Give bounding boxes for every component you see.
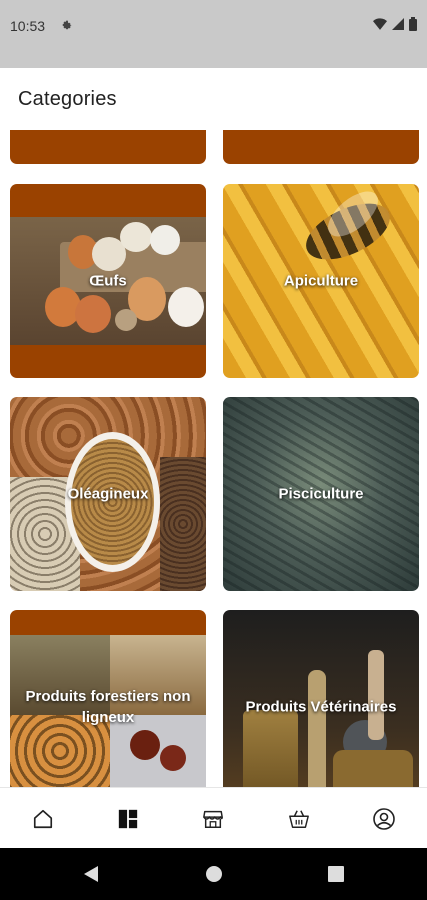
category-label: Oléagineux	[67, 485, 149, 503]
nav-store[interactable]	[193, 799, 233, 839]
nav-account[interactable]	[364, 799, 404, 839]
category-label: Pisciculture	[278, 485, 364, 503]
category-card-oeufs[interactable]: Œufs	[10, 184, 206, 378]
category-label: Apiculture	[283, 272, 359, 290]
nav-basket[interactable]	[279, 799, 319, 839]
app-header: Categories	[0, 68, 427, 130]
category-label: Œufs	[89, 272, 127, 290]
category-card-partial-left[interactable]	[10, 130, 206, 164]
settings-gear-icon	[62, 20, 72, 30]
home-icon	[33, 809, 52, 828]
account-icon	[373, 807, 396, 830]
store-icon	[203, 810, 224, 828]
home-circle-icon[interactable]	[205, 865, 223, 883]
category-grid[interactable]: Œufs Apiculture Oléagineux Pisciculture …	[0, 130, 427, 787]
basket-icon	[288, 809, 309, 828]
status-time: 10:53	[10, 18, 46, 34]
category-card-pisciculture[interactable]: Pisciculture	[223, 397, 419, 591]
category-card-produits-veterinaires[interactable]: Produits Vétérinaires	[223, 610, 419, 787]
recents-icon[interactable]	[328, 866, 344, 882]
category-label: Produits forestiers non ligneux	[25, 688, 191, 726]
category-card-oleagineux[interactable]: Oléagineux	[10, 397, 206, 591]
category-card-partial-right[interactable]	[223, 130, 419, 164]
status-bar: 10:53	[0, 0, 427, 68]
bottom-navigation	[0, 787, 427, 849]
category-label: Produits Vétérinaires	[245, 698, 397, 716]
category-card-apiculture[interactable]: Apiculture	[223, 184, 419, 378]
categories-icon	[118, 809, 138, 828]
status-icons	[373, 17, 417, 31]
system-navigation-bar	[0, 848, 427, 900]
page-title: Categories	[18, 88, 117, 110]
wifi-icon	[373, 18, 387, 30]
battery-icon	[409, 17, 417, 31]
category-card-produits-forestiers[interactable]: Produits forestiers non ligneux	[10, 610, 206, 787]
nav-home[interactable]	[23, 799, 63, 839]
nav-categories[interactable]	[108, 799, 148, 839]
back-icon[interactable]	[83, 865, 99, 883]
cell-signal-icon	[392, 18, 404, 30]
